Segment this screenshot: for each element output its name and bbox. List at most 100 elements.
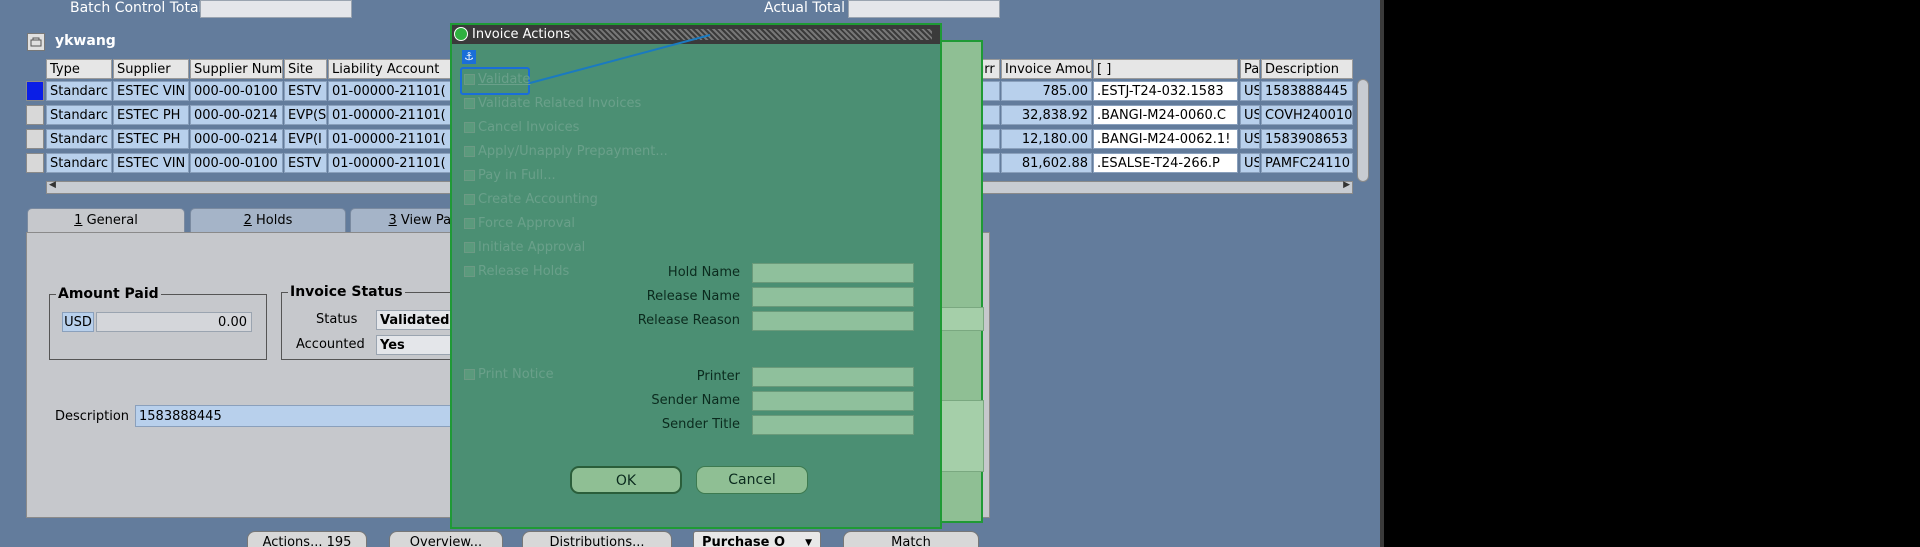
sender-name-label: Sender Name: [651, 393, 740, 408]
print-notice-checkbox[interactable]: [464, 369, 475, 380]
cell-description[interactable]: COVH240010: [1261, 105, 1353, 125]
cell-pa[interactable]: US: [1240, 105, 1260, 125]
cell-site[interactable]: EVP(I: [284, 129, 327, 149]
hold-name-label: Hold Name: [667, 265, 740, 280]
cell-pa[interactable]: US: [1240, 153, 1260, 173]
col-header-invoice-amount[interactable]: Invoice Amoui: [1001, 59, 1092, 79]
status-label: Status: [316, 312, 358, 327]
amount-paid-title: Amount Paid: [58, 286, 159, 302]
sender-name-field[interactable]: [752, 391, 914, 411]
cell-supplier[interactable]: ESTEC PH: [113, 129, 189, 149]
invoice-status-title: Invoice Status: [290, 284, 403, 300]
cell-liability-account[interactable]: 01-00000-21101(: [328, 153, 453, 173]
cell-reference[interactable]: .ESTJ-T24-032.1583: [1093, 81, 1238, 101]
row-selector-current[interactable]: [26, 81, 44, 101]
col-header-description[interactable]: Description: [1261, 59, 1353, 79]
apply-prepayment-checkbox[interactable]: [464, 146, 475, 157]
cell-site[interactable]: ESTV: [284, 81, 327, 101]
purchase-order-select[interactable]: Purchase O ▼: [693, 531, 821, 547]
cell-description[interactable]: PAMFC24110: [1261, 153, 1353, 173]
distributions-button[interactable]: Distributions...: [522, 531, 672, 547]
col-header-site[interactable]: Site: [284, 59, 327, 79]
initiate-approval-checkbox[interactable]: [464, 242, 475, 253]
cell-pa[interactable]: US: [1240, 129, 1260, 149]
row-selector[interactable]: [26, 129, 44, 149]
sender-title-field[interactable]: [752, 415, 914, 435]
release-holds-checkbox[interactable]: [464, 266, 475, 277]
row-selector[interactable]: [26, 153, 44, 173]
folder-icon[interactable]: [27, 33, 45, 51]
hold-name-field[interactable]: [752, 263, 914, 283]
actions-button[interactable]: Actions... 195: [247, 531, 367, 547]
overview-button[interactable]: Overview...: [389, 531, 503, 547]
invoice-actions-dialog: Invoice Actions ⚓ Validate Validate Rela…: [450, 23, 942, 529]
cell-supplier[interactable]: ESTEC VIN: [113, 153, 189, 173]
cell-supplier-num[interactable]: 000-00-0100: [190, 81, 283, 101]
release-name-label: Release Name: [646, 289, 740, 304]
validate-related-checkbox[interactable]: [464, 98, 475, 109]
cancel-invoices-checkbox[interactable]: [464, 122, 475, 133]
row-selector[interactable]: [26, 105, 44, 125]
cell-supplier-num[interactable]: 000-00-0214: [190, 105, 283, 125]
cell-pa[interactable]: US: [1240, 81, 1260, 101]
chevron-down-icon: ▼: [805, 538, 812, 547]
col-header-bracket[interactable]: [ ]: [1093, 59, 1238, 79]
cell-liability-account[interactable]: 01-00000-21101(: [328, 105, 453, 125]
cancel-button[interactable]: Cancel: [696, 466, 808, 494]
col-header-type[interactable]: Type: [46, 59, 112, 79]
cell-supplier-num[interactable]: 000-00-0214: [190, 129, 283, 149]
batch-control-total-field[interactable]: [200, 0, 352, 18]
release-reason-field[interactable]: [752, 311, 914, 331]
col-header-liability-account[interactable]: Liability Account: [328, 59, 453, 79]
cell-supplier[interactable]: ESTEC VIN: [113, 81, 189, 101]
cell-supplier-num[interactable]: 000-00-0100: [190, 153, 283, 173]
amount-paid-field[interactable]: 0.00: [96, 312, 252, 332]
anchor-icon: ⚓: [462, 50, 476, 64]
amount-paid-group: Amount Paid USD 0.00: [49, 286, 267, 360]
printer-label: Printer: [696, 369, 740, 384]
release-name-field[interactable]: [752, 287, 914, 307]
description-field[interactable]: 1583888445: [135, 405, 481, 427]
scroll-right-arrow-icon[interactable]: ▶: [1343, 180, 1350, 190]
cell-description[interactable]: 1583888445: [1261, 81, 1353, 101]
accounted-label: Accounted: [296, 337, 365, 352]
cell-liability-account[interactable]: 01-00000-21101(: [328, 129, 453, 149]
cell-type[interactable]: Standarc: [46, 153, 112, 173]
col-header-supplier-num[interactable]: Supplier Num: [190, 59, 283, 79]
batch-control-total-label: Batch Control Total: [70, 0, 203, 16]
cell-reference[interactable]: .ESALSE-T24-266.P: [1093, 153, 1238, 173]
ok-button[interactable]: OK: [570, 466, 682, 494]
validate-checkbox[interactable]: [464, 74, 475, 85]
create-accounting-checkbox[interactable]: [464, 194, 475, 205]
cell-reference[interactable]: .BANGI-M24-0062.1!: [1093, 129, 1238, 149]
cell-reference[interactable]: .BANGI-M24-0060.C: [1093, 105, 1238, 125]
cell-supplier[interactable]: ESTEC PH: [113, 105, 189, 125]
cell-liability-account[interactable]: 01-00000-21101(: [328, 81, 453, 101]
table-vertical-scrollbar[interactable]: [1357, 79, 1369, 182]
pay-in-full-checkbox[interactable]: [464, 170, 475, 181]
col-header-supplier[interactable]: Supplier: [113, 59, 189, 79]
cell-site[interactable]: ESTV: [284, 153, 327, 173]
window-edge: [1380, 0, 1384, 547]
tab-holds[interactable]: 2 Holds: [190, 208, 346, 232]
cell-description[interactable]: 1583908653: [1261, 129, 1353, 149]
cell-invoice-amount[interactable]: 12,180.00: [1001, 129, 1092, 149]
cell-invoice-amount[interactable]: 81,602.88: [1001, 153, 1092, 173]
cell-site[interactable]: EVP(S: [284, 105, 327, 125]
sender-title-label: Sender Title: [661, 417, 740, 432]
actual-total-field[interactable]: [848, 0, 1000, 18]
release-reason-label: Release Reason: [637, 313, 740, 328]
cell-type[interactable]: Standarc: [46, 81, 112, 101]
printer-field[interactable]: [752, 367, 914, 387]
user-name: ykwang: [55, 33, 116, 49]
scroll-left-arrow-icon[interactable]: ◀: [49, 180, 56, 190]
cell-invoice-amount[interactable]: 785.00: [1001, 81, 1092, 101]
col-header-pa[interactable]: Pa: [1240, 59, 1260, 79]
match-button[interactable]: Match: [843, 531, 979, 547]
cell-type[interactable]: Standarc: [46, 105, 112, 125]
cell-invoice-amount[interactable]: 32,838.92: [1001, 105, 1092, 125]
currency-field[interactable]: USD: [62, 312, 94, 332]
tab-general[interactable]: 1 General: [27, 208, 185, 232]
cell-type[interactable]: Standarc: [46, 129, 112, 149]
force-approval-checkbox[interactable]: [464, 218, 475, 229]
